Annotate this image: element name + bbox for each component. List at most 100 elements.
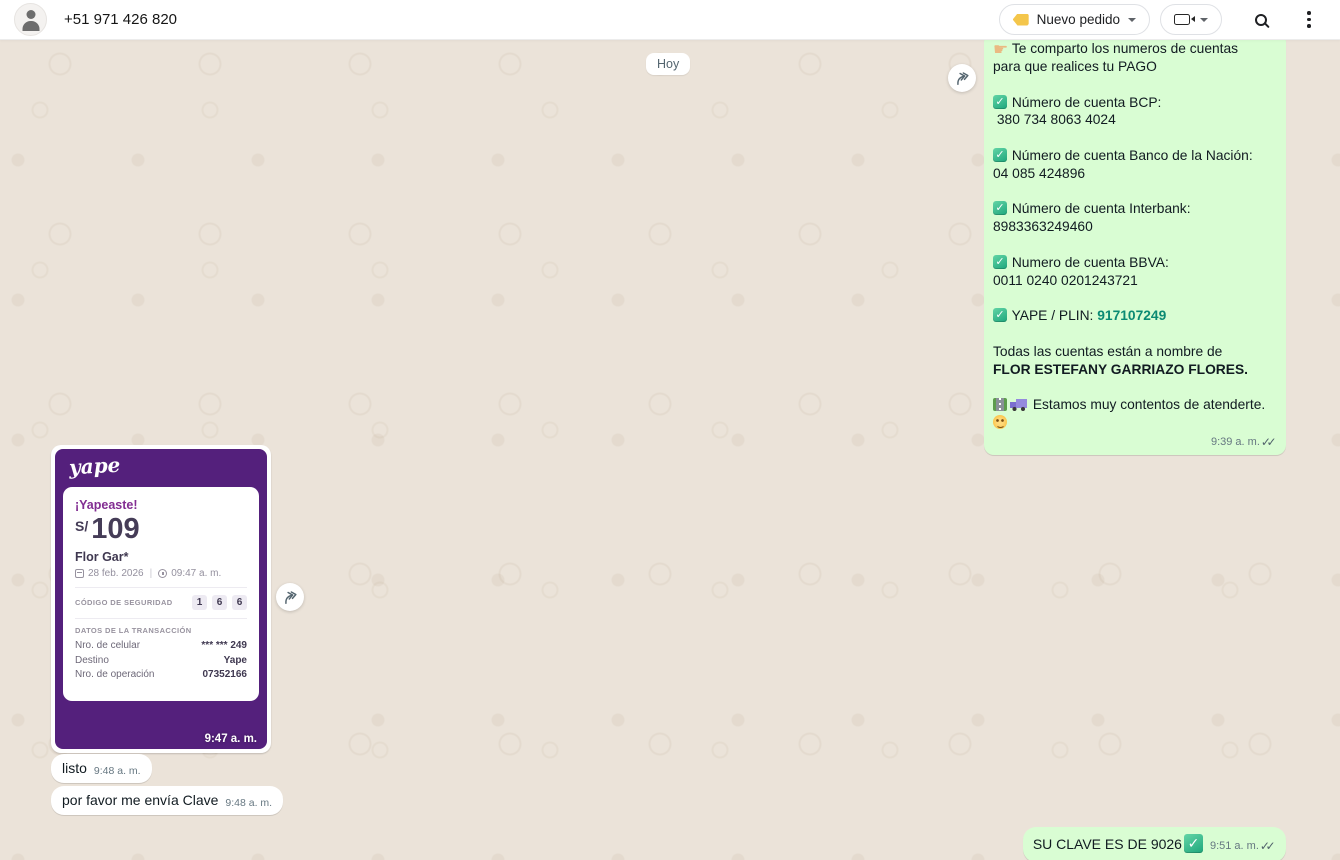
transaction-row: Destino Yape (75, 654, 247, 669)
message-text-segment: Estamos muy contentos de atenderte. (1029, 397, 1269, 412)
smile-emoji (993, 415, 1007, 429)
amount-value: 109 (91, 514, 139, 544)
yape-logo: yape (68, 453, 120, 480)
security-digit: 6 (232, 595, 247, 610)
truck-emoji (1010, 398, 1027, 411)
message-line: Número de cuenta Interbank: (993, 200, 1277, 218)
message-line: para que realices tu PAGO (993, 58, 1277, 76)
separator: | (150, 568, 153, 579)
receipt-image-message[interactable]: yape ¡Yapeaste! S/ 109 Flor Gar* 28 feb.… (51, 445, 271, 753)
message-meta: 9:39 a. m. ✓✓ (993, 435, 1277, 449)
chevron-down-icon (1128, 18, 1136, 22)
message-line: FLOR ESTEFANY GARRIAZO FLORES. (993, 361, 1277, 379)
message-text-segment: 380 734 8063 4024 (993, 112, 1116, 127)
security-digit: 1 (192, 595, 207, 610)
message-text-segment: FLOR ESTEFANY GARRIAZO FLORES. (993, 362, 1248, 377)
transaction-row: Nro. de operación 07352166 (75, 668, 247, 683)
forward-arrow-icon (281, 588, 300, 607)
outgoing-message-bubble: SU CLAVE ES DE 9026 9:51 a. m. ✓✓ (1023, 827, 1286, 860)
message-time: 9:51 a. m. (1210, 840, 1259, 853)
incoming-message-bubble: listo 9:48 a. m. (51, 754, 152, 783)
currency-symbol: S/ (75, 518, 88, 534)
transaction-section-label: DATOS DE LA TRANSACCIÓN (75, 626, 247, 635)
message-text-segment: Te comparto los numeros de cuentas (1008, 41, 1238, 56)
read-receipt-icon: ✓✓ (1260, 840, 1276, 853)
message-line: 8983363249460 (993, 218, 1277, 236)
security-code-label: CÓDIGO DE SEGURIDAD (75, 598, 173, 607)
video-call-button[interactable] (1160, 4, 1222, 35)
message-time: 9:48 a. m. (94, 765, 141, 777)
message-line (993, 325, 1277, 343)
transaction-row: Nro. de celular *** *** 249 (75, 639, 247, 654)
check-emoji (993, 95, 1007, 109)
receipt-date: 28 feb. 2026 (88, 568, 144, 579)
message-line: 380 734 8063 4024 (993, 111, 1277, 129)
check-emoji (993, 308, 1007, 322)
message-text: listo (62, 759, 87, 777)
message-time: 9:48 a. m. (225, 797, 272, 809)
receipt-title: ¡Yapeaste! (75, 498, 247, 512)
chevron-down-icon (1200, 18, 1208, 22)
check-emoji (993, 255, 1007, 269)
message-line: Estamos muy contentos de atenderte. (993, 396, 1277, 432)
receipt-datetime: 28 feb. 2026 | 09:47 a. m. (75, 568, 247, 579)
accounts-message-bubble: Te comparto los numeros de cuentas para q… (984, 32, 1286, 455)
forward-arrow-icon (953, 69, 972, 88)
clock-icon (158, 569, 167, 578)
contact-phone-number[interactable]: +51 971 426 820 (64, 11, 177, 28)
message-text-segment: Número de cuenta BCP: (1008, 95, 1161, 110)
point-emoji (993, 41, 1008, 58)
recipient-name: Flor Gar* (75, 550, 247, 564)
check-emoji (993, 148, 1007, 162)
message-line: Te comparto los numeros de cuentas (993, 40, 1277, 58)
search-icon (1255, 14, 1267, 26)
incoming-message-bubble: por favor me envía Clave 9:48 a. m. (51, 786, 283, 815)
kebab-menu-icon (1307, 11, 1311, 28)
message-line: Número de cuenta Banco de la Nación: (993, 147, 1277, 165)
forward-message-button[interactable] (276, 583, 304, 611)
message-line (993, 76, 1277, 94)
message-text-segment: Número de cuenta Interbank: (1008, 201, 1191, 216)
message-time: 9:47 a. m. (205, 733, 257, 745)
message-line (993, 236, 1277, 254)
row-value: 07352166 (203, 668, 248, 683)
contact-avatar[interactable] (14, 3, 47, 36)
message-line: YAPE / PLIN: 917107249 (993, 307, 1277, 325)
row-value: Yape (224, 654, 247, 669)
chat-header: +51 971 426 820 Nuevo pedido (0, 0, 1340, 40)
new-order-label: Nuevo pedido (1037, 12, 1120, 27)
message-text-segment: Todas las cuentas están a nombre de (993, 344, 1222, 359)
message-meta: 9:51 a. m. ✓✓ (1210, 840, 1276, 853)
message-text-segment: para que realices tu PAGO (993, 59, 1157, 74)
message-line (993, 378, 1277, 396)
forward-message-button[interactable] (948, 64, 976, 92)
accounts-message-text: Te comparto los numeros de cuentas para q… (993, 40, 1277, 432)
header-actions: Nuevo pedido (999, 3, 1326, 37)
message-line: 0011 0240 0201243721 (993, 272, 1277, 290)
security-code-row: CÓDIGO DE SEGURIDAD 1 6 6 (75, 595, 247, 610)
divider (75, 587, 247, 588)
divider (75, 618, 247, 619)
calendar-icon (75, 569, 84, 578)
security-digit: 6 (212, 595, 227, 610)
menu-button[interactable] (1292, 3, 1326, 37)
message-line: Numero de cuenta BBVA: (993, 254, 1277, 272)
message-line (993, 129, 1277, 147)
row-label: Nro. de celular (75, 639, 140, 654)
road-emoji (993, 398, 1007, 411)
yape-receipt-image: yape ¡Yapeaste! S/ 109 Flor Gar* 28 feb.… (55, 449, 267, 749)
message-text-segment: YAPE / PLIN: (1008, 308, 1097, 323)
phone-link[interactable]: 917107249 (1097, 308, 1166, 323)
message-line (993, 289, 1277, 307)
search-button[interactable] (1244, 3, 1278, 37)
new-order-label-button[interactable]: Nuevo pedido (999, 4, 1150, 35)
receipt-time: 09:47 a. m. (171, 568, 221, 579)
message-text: SU CLAVE ES DE 9026 (1033, 835, 1182, 853)
chat-window: +51 971 426 820 Nuevo pedido Hoy (0, 0, 1340, 860)
receipt-card: ¡Yapeaste! S/ 109 Flor Gar* 28 feb. 2026… (63, 487, 259, 701)
message-text-segment: 8983363249460 (993, 219, 1093, 234)
message-text: por favor me envía Clave (62, 791, 218, 809)
message-text-segment: Número de cuenta Banco de la Nación: (1008, 148, 1253, 163)
row-label: Nro. de operación (75, 668, 155, 683)
message-text-segment: Numero de cuenta BBVA: (1008, 255, 1169, 270)
